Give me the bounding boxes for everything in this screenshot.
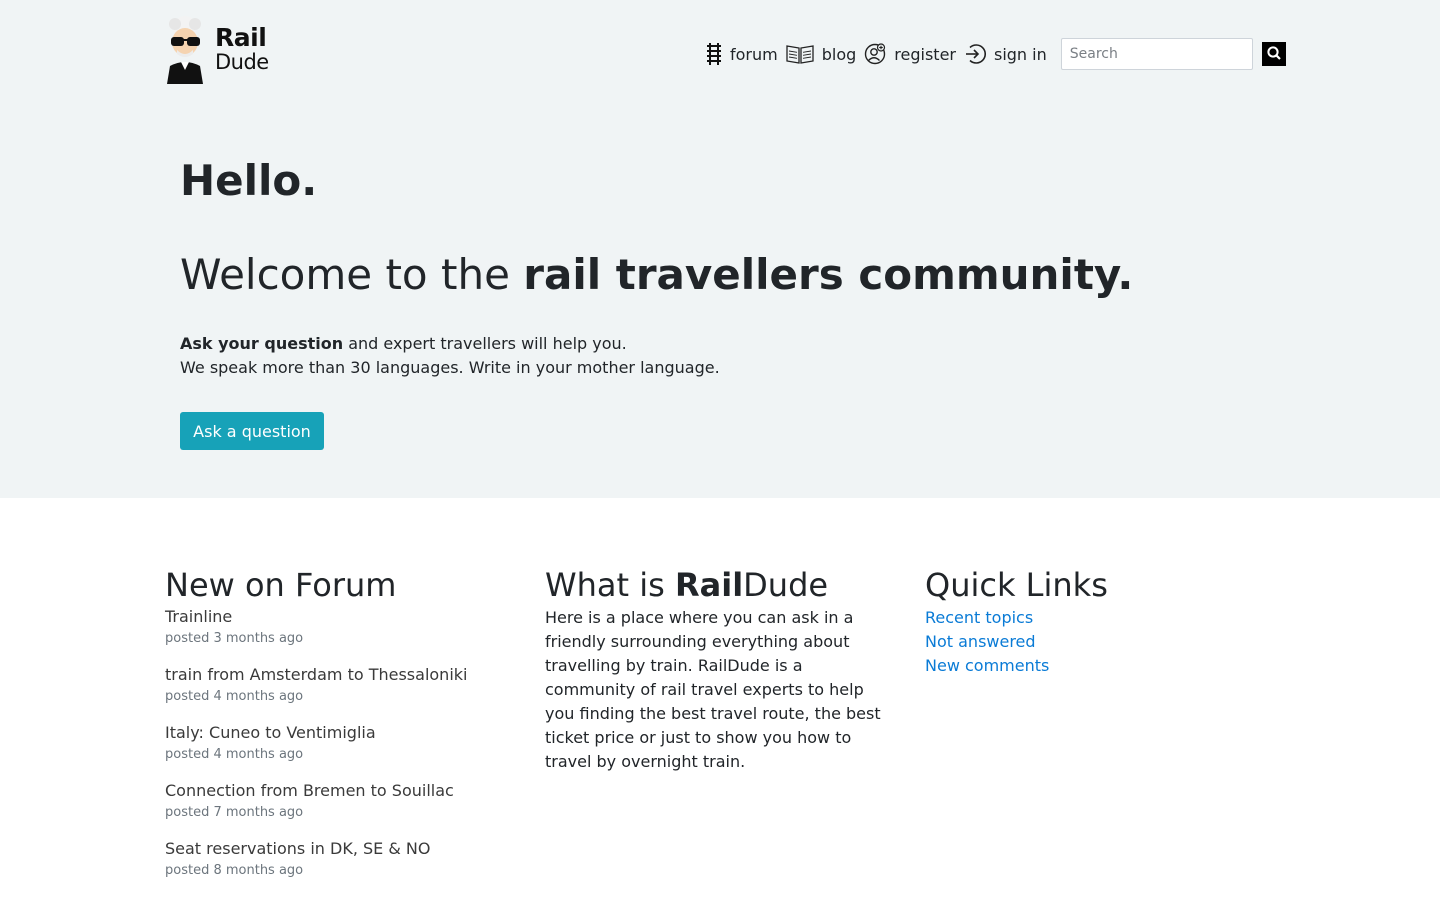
topic-link[interactable]: Seat reservations in DK, SE & NO	[165, 838, 515, 860]
sign-in-icon	[964, 43, 986, 65]
nav-register[interactable]: register	[864, 43, 956, 65]
topic-meta: posted 4 months ago	[165, 747, 304, 762]
intro-bold: Ask your question	[180, 334, 344, 353]
list-item: Connection from Bremen to Souillac poste…	[165, 780, 515, 824]
what-heading-bold: Rail	[674, 566, 744, 604]
site-logo[interactable]: Rail Dude	[165, 13, 275, 85]
what-heading: What is RailDude	[545, 566, 895, 604]
welcome-bold: rail travellers community.	[523, 250, 1134, 299]
nav-blog-label: blog	[821, 44, 857, 64]
topic-link[interactable]: Connection from Bremen to Souillac	[165, 780, 515, 802]
railway-icon	[706, 43, 722, 65]
topic-meta: posted 8 months ago	[165, 863, 304, 878]
intro-text: Ask your question and expert travellers …	[180, 332, 720, 380]
topic-meta: posted 7 months ago	[165, 805, 304, 820]
ask-question-button[interactable]: Ask a question	[180, 412, 324, 450]
list-item: Trainline posted 3 months ago	[165, 606, 515, 650]
what-heading-suffix: Dude	[743, 566, 829, 604]
logo-rail-text: Rail	[215, 23, 267, 52]
what-is-raildude-section: What is RailDude Here is a place where y…	[545, 566, 895, 774]
quick-link-new-comments[interactable]: New comments	[925, 654, 1275, 678]
intro-rest: and expert travellers will help you.	[343, 334, 627, 353]
book-icon	[786, 43, 814, 65]
list-item: Seat reservations in DK, SE & NO posted …	[165, 838, 515, 882]
search-input[interactable]	[1060, 38, 1253, 70]
logo-dude-text: Dude	[215, 50, 269, 74]
nav-forum-label: forum	[730, 44, 778, 64]
topic-link[interactable]: Italy: Cuneo to Ventimiglia	[165, 722, 515, 744]
nav-signin-label: sign in	[993, 44, 1047, 64]
topic-meta: posted 3 months ago	[165, 631, 304, 646]
quick-link-not-answered[interactable]: Not answered	[925, 630, 1275, 654]
nav-signin[interactable]: sign in	[964, 43, 1047, 65]
topic-meta: posted 4 months ago	[165, 689, 304, 704]
search-button[interactable]	[1261, 42, 1286, 66]
welcome-heading: Welcome to the rail travellers community…	[180, 250, 1133, 299]
quick-links-section: Quick Links Recent topics Not answered N…	[925, 566, 1275, 678]
new-on-forum-section: New on Forum Trainline posted 3 months a…	[165, 566, 515, 896]
quick-link-recent-topics[interactable]: Recent topics	[925, 606, 1275, 630]
hello-heading: Hello.	[180, 156, 318, 205]
main-nav: forum blog register sign in Search	[706, 38, 1286, 70]
hero-section: Rail Dude forum blog register sign in Se…	[0, 0, 1440, 498]
search-icon	[1266, 45, 1282, 64]
forum-heading: New on Forum	[165, 566, 397, 604]
quick-links-heading: Quick Links	[925, 566, 1108, 604]
topic-link[interactable]: train from Amsterdam to Thessaloniki	[165, 664, 515, 686]
nav-forum[interactable]: forum	[706, 43, 778, 65]
what-heading-prefix: What is	[545, 566, 675, 604]
user-add-icon	[864, 43, 886, 65]
welcome-prefix: Welcome to the	[180, 250, 524, 299]
intro-line2: We speak more than 30 languages. Write i…	[180, 358, 720, 377]
nav-register-label: register	[894, 44, 956, 64]
list-item: Italy: Cuneo to Ventimiglia posted 4 mon…	[165, 722, 515, 766]
nav-blog[interactable]: blog	[786, 43, 857, 65]
list-item: train from Amsterdam to Thessaloniki pos…	[165, 664, 515, 708]
topic-link[interactable]: Trainline	[165, 606, 515, 628]
what-description: Here is a place where you can ask in a f…	[545, 608, 881, 771]
dude-mascot-icon	[165, 14, 209, 84]
